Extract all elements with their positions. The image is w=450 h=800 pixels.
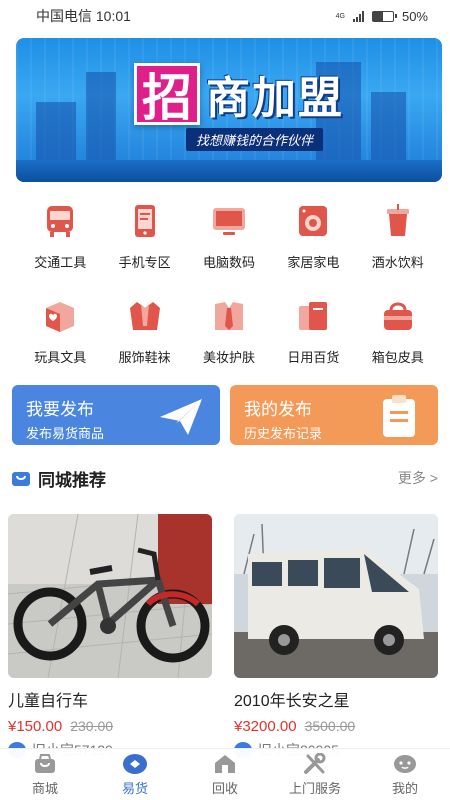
category-label: 电脑数码: [202, 255, 255, 270]
nav-home-service[interactable]: 上门服务: [270, 749, 360, 800]
category-daily-goods[interactable]: 日用百货: [271, 295, 355, 366]
category-grid: 交通工具 手机专区 电脑数码 家居家电 酒水饮料 玩具文具 服饰鞋袜 美妆护肤 …: [18, 200, 440, 366]
category-clothing[interactable]: 服饰鞋袜: [102, 295, 186, 366]
barter-icon: [122, 752, 148, 776]
category-beauty[interactable]: 美妆护肤: [187, 295, 271, 366]
promo-banner[interactable]: 招 商加盟 找想赚钱的合作伙伴: [16, 38, 442, 182]
bag-icon: [377, 295, 419, 337]
network-type: 4G: [335, 12, 345, 20]
toy-box-icon: [39, 295, 81, 337]
nav-store[interactable]: 商城: [0, 749, 90, 800]
product-price: ¥150.00: [8, 718, 63, 735]
suit-icon: [124, 295, 166, 337]
product-price: ¥3200.00: [234, 718, 297, 735]
package-icon: [292, 295, 334, 337]
banner-subtitle: 找想赚钱的合作伙伴: [186, 128, 324, 151]
status-bar: 中国电信 10:01 4G 50%: [0, 0, 450, 32]
category-label: 家居家电: [287, 255, 340, 270]
cup-icon: [377, 200, 419, 242]
nav-label: 上门服务: [288, 781, 341, 796]
banner-title: 招 商加盟: [134, 62, 344, 126]
product-name: 2010年长安之星: [234, 693, 350, 710]
clipboard-icon: [383, 395, 415, 437]
category-label: 交通工具: [34, 255, 87, 270]
battery-percent: 50%: [401, 8, 428, 24]
store-icon: [32, 752, 58, 776]
product-name: 儿童自行车: [8, 693, 89, 710]
battery-icon: [371, 10, 397, 22]
signal-icon: [352, 10, 364, 22]
phone-icon: [124, 200, 166, 242]
category-phones[interactable]: 手机专区: [102, 200, 186, 271]
publish-card[interactable]: 我要发布 发布易货商品: [12, 385, 220, 445]
nav-label: 易货: [121, 781, 148, 796]
nav-label: 回收: [211, 781, 238, 796]
product-image-bicycle[interactable]: [8, 514, 212, 678]
category-label: 服饰鞋袜: [118, 350, 171, 365]
category-bags[interactable]: 箱包皮具: [356, 295, 440, 366]
bottom-nav: 商城 易货 回收 上门服务 我的: [0, 748, 450, 800]
profile-icon: [392, 752, 418, 776]
banner-big-char: 招: [134, 63, 200, 126]
monitor-icon: [208, 200, 250, 242]
category-label: 手机专区: [118, 255, 171, 270]
paper-plane-icon: [160, 399, 202, 435]
category-home-appliances[interactable]: 家居家电: [271, 200, 355, 271]
section-title: 同城推荐: [38, 470, 106, 490]
product-original-price: 3500.00: [304, 718, 356, 734]
banner-title-text: 商加盟: [206, 74, 344, 123]
category-vehicles[interactable]: 交通工具: [18, 200, 102, 271]
nav-label: 商城: [31, 781, 58, 796]
nav-profile[interactable]: 我的: [360, 749, 450, 800]
product-card[interactable]: 儿童自行车 ¥150.00 230.00 旧小宝57139: [8, 514, 212, 760]
shopping-bag-icon: [12, 472, 30, 486]
washing-machine-icon: [292, 200, 334, 242]
carrier-time: 中国电信 10:01: [36, 8, 131, 24]
category-drinks[interactable]: 酒水饮料: [356, 200, 440, 271]
product-image-van[interactable]: [234, 514, 438, 678]
category-label: 酒水饮料: [371, 255, 424, 270]
nav-recycle[interactable]: 回收: [180, 749, 270, 800]
category-label: 玩具文具: [34, 350, 87, 365]
tools-icon: [302, 752, 328, 776]
product-card[interactable]: 2010年长安之星 ¥3200.00 3500.00 旧小宝80905: [234, 514, 438, 760]
more-link[interactable]: 更多 >: [398, 468, 438, 488]
tie-icon: [208, 295, 250, 337]
category-label: 美妆护肤: [202, 350, 255, 365]
home-icon: [212, 752, 238, 776]
category-label: 箱包皮具: [371, 350, 424, 365]
product-original-price: 230.00: [70, 718, 114, 734]
category-toys[interactable]: 玩具文具: [18, 295, 102, 366]
nav-barter[interactable]: 易货: [90, 749, 180, 800]
my-posts-card[interactable]: 我的发布 历史发布记录: [230, 385, 438, 445]
bus-icon: [39, 200, 81, 242]
status-indicators: 4G 50%: [336, 9, 428, 24]
nav-label: 我的: [391, 781, 418, 796]
section-header: 同城推荐 更多 >: [10, 466, 438, 490]
category-label: 日用百货: [287, 350, 340, 365]
category-computers[interactable]: 电脑数码: [187, 200, 271, 271]
